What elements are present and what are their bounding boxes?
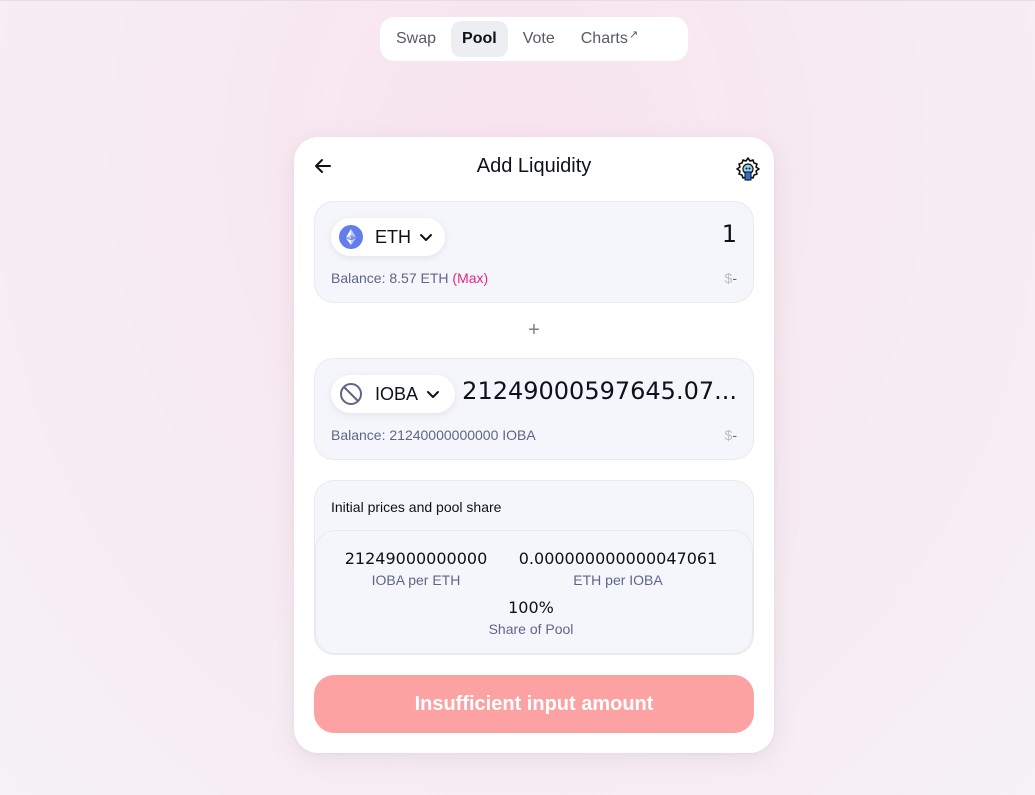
- prices-panel: Initial prices and pool share 2124900000…: [314, 480, 754, 655]
- top-border: [0, 0, 1035, 1]
- prices-title: Initial prices and pool share: [331, 499, 502, 515]
- add-liquidity-card: Add Liquidity ETH 1 Balance: 8.57 ETH (M…: [294, 137, 774, 753]
- token-a-usd-amount: -: [732, 270, 737, 286]
- nav-vote[interactable]: Vote: [512, 21, 566, 57]
- prices-inner: 21249000000000 IOBA per ETH 0.0000000000…: [315, 530, 753, 654]
- max-button[interactable]: (Max): [452, 270, 488, 286]
- plus-icon: +: [528, 319, 540, 341]
- token-b-symbol: IOBA: [375, 383, 419, 404]
- token-b-amount-input[interactable]: 21249000597645.07...: [462, 377, 737, 405]
- rate-a-label: IOBA per ETH: [371, 572, 461, 588]
- main-nav: Swap Pool Vote Charts ↗: [380, 17, 688, 61]
- pool-share-value: 100%: [508, 598, 554, 617]
- token-a-balance: Balance: 8.57 ETH (Max): [331, 270, 488, 286]
- rate-b-label: ETH per IOBA: [573, 572, 663, 588]
- pool-share: 100% Share of Pool: [446, 598, 616, 637]
- token-b-panel: IOBA 21249000597645.07... Balance: 21240…: [314, 358, 754, 460]
- gear-icon[interactable]: [736, 157, 760, 183]
- chevron-down-icon: [419, 230, 433, 244]
- ethereum-icon: [339, 225, 363, 249]
- token-a-amount-input[interactable]: 1: [722, 220, 737, 248]
- nav-swap-label: Swap: [396, 30, 437, 47]
- token-a-symbol: ETH: [375, 226, 411, 247]
- nav-charts[interactable]: Charts ↗: [570, 21, 649, 57]
- pool-share-label: Share of Pool: [488, 621, 574, 637]
- nav-charts-label: Charts: [580, 30, 628, 47]
- nav-vote-label: Vote: [522, 30, 555, 47]
- insufficient-input-button[interactable]: Insufficient input amount: [314, 675, 754, 733]
- chevron-down-icon: [426, 387, 440, 401]
- nav-swap[interactable]: Swap: [385, 21, 447, 57]
- token-b-balance: Balance: 21240000000000 IOBA: [331, 427, 536, 443]
- rate-a: 21249000000000 IOBA per ETH: [316, 549, 516, 588]
- nav-pool[interactable]: Pool: [451, 21, 508, 57]
- nav-pool-label: Pool: [462, 30, 497, 47]
- token-b-select[interactable]: IOBA: [331, 375, 455, 413]
- rate-b-value: 0.000000000000047061: [518, 549, 718, 568]
- token-a-panel: ETH 1 Balance: 8.57 ETH (Max) $-: [314, 201, 754, 303]
- rate-b: 0.000000000000047061 ETH per IOBA: [516, 549, 720, 588]
- token-b-usd-amount: -: [732, 427, 737, 443]
- rate-a-value: 21249000000000: [344, 549, 488, 568]
- token-a-select[interactable]: ETH: [331, 218, 445, 256]
- arrow-up-right-icon: ↗: [628, 28, 639, 41]
- token-a-usd-value: $-: [725, 270, 737, 286]
- token-a-balance-text: Balance: 8.57 ETH: [331, 270, 449, 286]
- no-token-icon: [339, 382, 363, 406]
- token-b-usd-value: $-: [725, 427, 737, 443]
- page-title: Add Liquidity: [476, 155, 592, 177]
